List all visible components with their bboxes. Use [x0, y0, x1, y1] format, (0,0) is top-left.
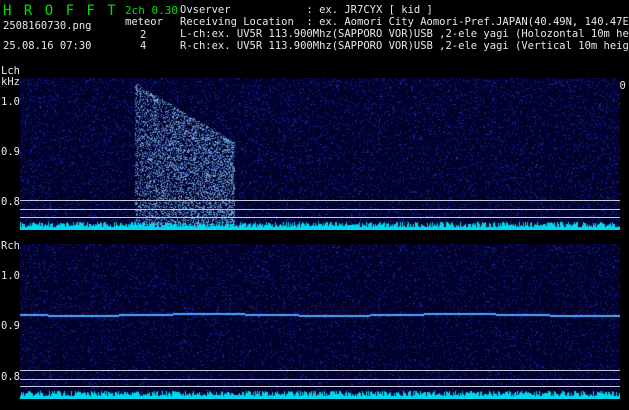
date-time: 25.08.16 07:30 — [3, 40, 92, 52]
meteor-label: meteor — [125, 16, 163, 28]
lch-info-line: L-ch:ex. UV5R 113.900Mhz(SAPPORO VOR)USB… — [180, 28, 629, 40]
location-line: Receiving Location : ex. Aomori City Aom… — [180, 16, 629, 28]
rch-ytick-1.0: 1.0 — [1, 270, 20, 282]
app-title: H R O F F T — [3, 3, 118, 19]
rch-spectrogram — [0, 244, 629, 399]
rch-ref-line-3 — [20, 386, 620, 387]
rch-waterfall — [20, 244, 620, 399]
lch-ref-line-3 — [20, 217, 620, 218]
lch-ref-line-2 — [20, 209, 620, 210]
channel-info: 2ch 0.30 — [125, 4, 178, 17]
rch-ref-line-1 — [20, 370, 620, 371]
lch-ref-line-1 — [20, 200, 620, 201]
observer-line: Ovserver : ex. JR7CYX [ kid ] — [180, 4, 433, 16]
lch-label: Lch — [1, 65, 20, 77]
meteor-count-r: 4 — [140, 40, 147, 52]
rch-ytick-0.9: 0.9 — [1, 320, 20, 332]
rch-ytick-0.8: 0.8 — [1, 371, 20, 383]
meteor-count-l: 2 — [140, 29, 147, 41]
lch-ytick-0.9: 0.9 — [1, 146, 20, 158]
rch-info-line: R-ch:ex. UV5R 113.900Mhz(SAPPORO VOR)USB… — [180, 40, 629, 52]
rch-ref-line-2 — [20, 379, 620, 380]
file-name: 2508160730.png — [3, 20, 92, 32]
lch-ytick-1.0: 1.0 — [1, 96, 20, 108]
lch-spectrogram — [0, 78, 629, 230]
lch-waterfall — [20, 78, 620, 230]
lch-ytick-0.8: 0.8 — [1, 196, 20, 208]
